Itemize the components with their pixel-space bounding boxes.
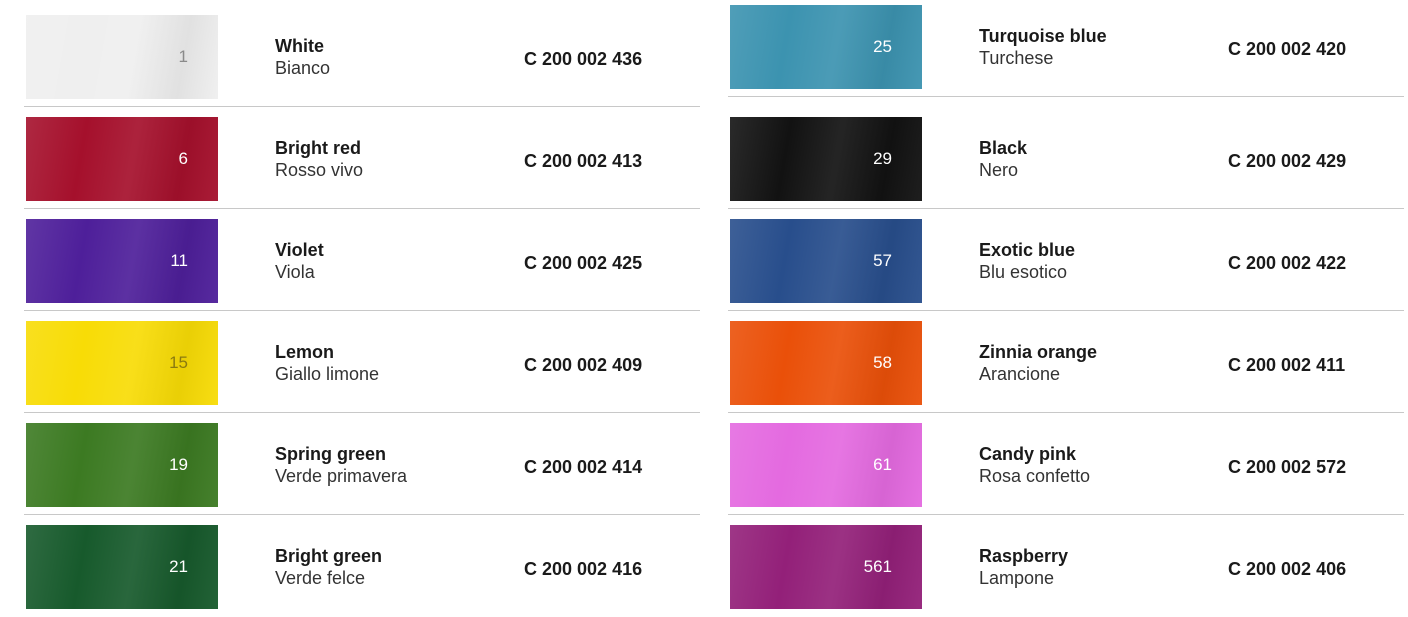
product-code: C 200 002 406 (1228, 559, 1347, 579)
right-color-column: 25 Turquoise blue Turchese C 200 002 420 … (728, 0, 1404, 609)
color-names: Lemon Giallo limone (275, 341, 379, 385)
color-names: Bright green Verde felce (275, 545, 382, 589)
color-name-italian: Nero (979, 160, 1019, 180)
color-row: 6 Bright red Rosso vivo C 200 002 413 (24, 107, 700, 209)
color-swatch: 1 (26, 15, 218, 99)
color-names: Exotic blue Blu esotico (979, 239, 1075, 283)
color-number: 58 (873, 353, 892, 372)
color-swatch: 19 (26, 423, 218, 507)
color-name-italian: Lampone (979, 568, 1055, 588)
color-row: 11 Violet Viola C 200 002 425 (24, 209, 700, 311)
color-name-italian: Verde felce (275, 568, 366, 588)
product-code: C 200 002 420 (1228, 39, 1347, 59)
color-names: Black Nero (979, 137, 1027, 181)
swatch-texture (730, 5, 922, 89)
color-name-english: Black (979, 138, 1028, 158)
color-number: 29 (873, 149, 892, 168)
product-code: C 200 002 425 (524, 253, 643, 273)
color-swatch: 25 (730, 5, 922, 89)
product-code: C 200 002 436 (524, 49, 643, 69)
color-name-english: Bright green (275, 546, 383, 566)
color-names: Raspberry Lampone (979, 545, 1068, 589)
color-name-italian: Verde primavera (275, 466, 408, 486)
color-name-italian: Rosa confetto (979, 466, 1091, 486)
color-swatch: 15 (26, 321, 218, 405)
swatch-texture (26, 423, 218, 507)
color-row: 15 Lemon Giallo limone C 200 002 409 (24, 311, 700, 413)
product-code: C 200 002 572 (1228, 457, 1347, 477)
color-name-italian: Viola (275, 262, 315, 282)
color-names: Zinnia orange Arancione (979, 341, 1097, 385)
color-swatch: 57 (730, 219, 922, 303)
product-code: C 200 002 429 (1228, 151, 1347, 171)
color-swatch: 21 (26, 525, 218, 609)
color-name-english: Exotic blue (979, 240, 1076, 260)
swatch-texture (26, 15, 218, 99)
color-row: 58 Zinnia orange Arancione C 200 002 411 (728, 311, 1404, 413)
color-name-italian: Turchese (979, 48, 1054, 68)
swatch-texture (730, 219, 922, 303)
color-swatch: 6 (26, 117, 218, 201)
swatch-texture (26, 321, 218, 405)
color-swatch: 11 (26, 219, 218, 303)
color-name-italian: Rosso vivo (275, 160, 364, 180)
color-number: 21 (169, 557, 188, 576)
color-names: Violet Viola (275, 239, 324, 283)
color-name-italian: Blu esotico (979, 262, 1068, 282)
color-names: White Bianco (275, 35, 330, 79)
color-row: 25 Turquoise blue Turchese C 200 002 420 (728, 0, 1404, 97)
color-swatch: 29 (730, 117, 922, 201)
product-code: C 200 002 416 (524, 559, 643, 579)
product-code: C 200 002 409 (524, 355, 643, 375)
color-name-english: Turquoise blue (979, 26, 1107, 46)
color-names: Bright red Rosso vivo (275, 137, 363, 181)
swatch-texture (26, 219, 218, 303)
color-name-italian: Bianco (275, 58, 331, 78)
color-row: 1 White Bianco C 200 002 436 (24, 5, 700, 107)
color-swatch: 58 (730, 321, 922, 405)
color-row: 57 Exotic blue Blu esotico C 200 002 422 (728, 209, 1404, 311)
color-name-english: White (275, 36, 324, 56)
swatch-texture (730, 525, 922, 609)
product-code: C 200 002 414 (524, 457, 643, 477)
color-name-english: Bright red (275, 138, 362, 158)
color-row: 29 Black Nero C 200 002 429 (728, 107, 1404, 209)
swatch-texture (730, 117, 922, 201)
color-number: 25 (873, 37, 892, 56)
color-name-italian: Arancione (979, 364, 1061, 384)
color-name-english: Lemon (275, 342, 335, 362)
row-divider (728, 96, 1404, 97)
color-row: 61 Candy pink Rosa confetto C 200 002 572 (728, 413, 1404, 515)
color-names: Candy pink Rosa confetto (979, 443, 1090, 487)
color-number: 15 (169, 353, 188, 372)
color-name-english: Raspberry (979, 546, 1069, 566)
color-name-italian: Giallo limone (275, 364, 380, 384)
color-row: 19 Spring green Verde primavera C 200 002… (24, 413, 700, 515)
color-row: 561 Raspberry Lampone C 200 002 406 (728, 515, 1404, 617)
left-color-column: 1 White Bianco C 200 002 436 6 Bright red… (24, 0, 700, 609)
color-swatch: 561 (730, 525, 922, 609)
color-name-english: Candy pink (979, 444, 1077, 464)
color-number: 6 (178, 149, 188, 168)
color-number: 561 (863, 557, 892, 576)
color-name-english: Zinnia orange (979, 342, 1098, 362)
swatch-texture (26, 117, 218, 201)
color-number: 11 (170, 251, 188, 270)
color-number: 1 (178, 47, 188, 66)
color-name-english: Spring green (275, 444, 387, 464)
color-number: 61 (873, 455, 892, 474)
color-swatch: 61 (730, 423, 922, 507)
product-code: C 200 002 422 (1228, 253, 1347, 273)
color-number: 19 (169, 455, 188, 474)
color-name-english: Violet (275, 240, 324, 260)
color-number: 57 (873, 251, 892, 270)
color-row: 21 Bright green Verde felce C 200 002 416 (24, 515, 700, 617)
swatch-texture (730, 423, 922, 507)
color-names: Turquoise blue Turchese (979, 25, 1107, 69)
product-code: C 200 002 411 (1228, 355, 1346, 375)
swatch-texture (730, 321, 922, 405)
product-code: C 200 002 413 (524, 151, 643, 171)
color-names: Spring green Verde primavera (275, 443, 407, 487)
swatch-texture (26, 525, 218, 609)
